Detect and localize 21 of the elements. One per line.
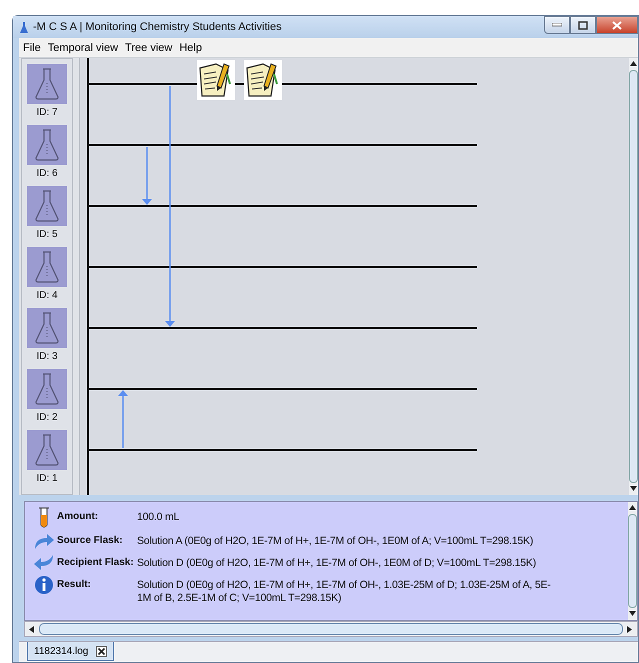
menu-item[interactable]: Tree view [125, 42, 172, 54]
detail-label: Source Flask: [56, 534, 124, 546]
flask-id: ID: 2 [36, 412, 58, 423]
detail-value: Solution D (0E0g of H2O, 1E-7M of H+, 1E-7M of OH-, 1.03E-25M of D; 1.03E-25M of A, 5E-1M of B, 2.5E-1M of C; V=100mL T=298.15K) [137, 578, 552, 605]
window-title: -M C S A | Monitoring Chemistry Students Activities [33, 21, 282, 33]
flask-id: ID: 4 [36, 290, 58, 301]
flask-id: ID: 3 [36, 351, 58, 362]
detail-value: 100.0 mL [137, 510, 180, 524]
flask-id: ID: 7 [36, 107, 58, 118]
flask-id: ID: 6 [36, 168, 58, 179]
detail-label: Recipient Flask: [56, 556, 135, 568]
file-tab[interactable]: 1182314.log [27, 642, 114, 661]
detail-value: Solution A (0E0g of H2O, 1E-7M of H+, 1E-7M of OH-, 1E0M of A; V=100mL T=298.15K) [137, 534, 534, 548]
menu-item[interactable]: Temporal view [48, 42, 118, 54]
detail-label: Result: [56, 578, 92, 590]
detail-label: Amount: [56, 510, 100, 522]
menu-item[interactable]: File [23, 42, 41, 54]
flask-id: ID: 5 [36, 229, 58, 240]
detail-value: Solution D (0E0g of H2O, 1E-7M of H+, 1E-7M of OH-, 1E0M of D; V=100mL T=298.15K) [137, 556, 538, 570]
menu-item[interactable]: Help [179, 42, 202, 54]
flask-id: ID: 1 [36, 473, 58, 484]
